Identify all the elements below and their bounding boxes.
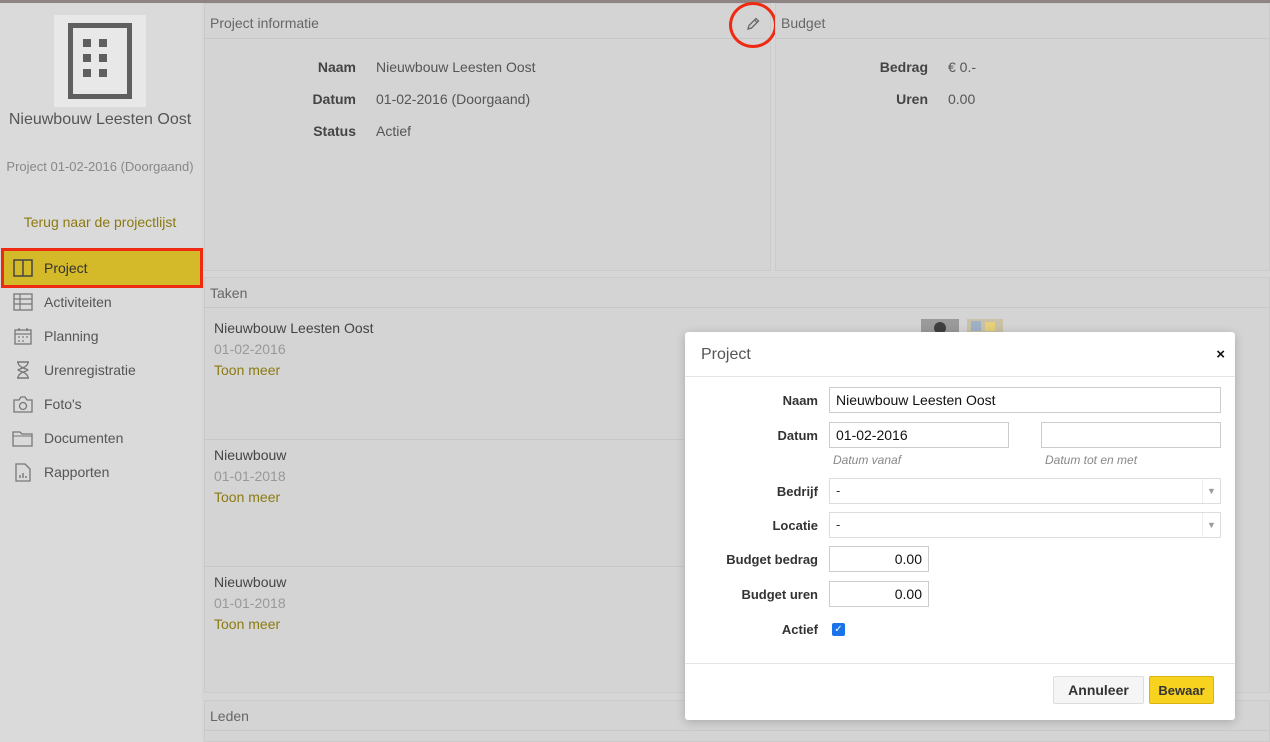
- bedrijf-label: Bedrijf: [776, 484, 818, 499]
- sidebar-item-planning[interactable]: Planning: [4, 319, 200, 353]
- bedrijf-select-value: -: [836, 483, 841, 498]
- budget-value-bedrag: € 0.-: [948, 59, 977, 75]
- info-value-status: Actief: [376, 123, 412, 139]
- actief-label: Actief: [781, 622, 818, 637]
- project-info-title: Project informatie: [210, 15, 319, 31]
- task-date: 01-01-2018: [214, 595, 286, 611]
- sidebar-item-urenregistratie[interactable]: Urenregistratie: [4, 353, 200, 387]
- divider: [204, 38, 771, 39]
- members-title: Leden: [210, 708, 249, 724]
- sidebar-item-label: Urenregistratie: [44, 362, 136, 378]
- avatar: [921, 319, 959, 333]
- budget-panel: [775, 3, 1270, 271]
- modal-title: Project: [701, 346, 751, 363]
- camera-icon: [12, 393, 34, 415]
- info-label-datum: Datum: [312, 91, 356, 107]
- chevron-down-icon: ▼: [1202, 479, 1220, 503]
- locatie-select-value: -: [836, 517, 841, 532]
- task-title: Nieuwbouw Leesten Oost: [214, 320, 374, 336]
- report-icon: [12, 461, 34, 483]
- bedrijf-select[interactable]: - ▼: [829, 478, 1221, 504]
- project-edit-modal: Project × Naam Datum Datum vanaf Datum t…: [685, 332, 1235, 720]
- info-value-naam: Nieuwbouw Leesten Oost: [376, 59, 536, 75]
- building-icon: [54, 15, 146, 107]
- locatie-label: Locatie: [772, 518, 818, 533]
- info-label-naam: Naam: [317, 59, 356, 75]
- info-value-datum: 01-02-2016 (Doorgaand): [376, 91, 531, 107]
- project-name: Nieuwbouw Leesten Oost: [8, 111, 192, 128]
- budget-title: Budget: [781, 15, 826, 31]
- close-icon[interactable]: ×: [1216, 346, 1225, 363]
- sidebar-item-label: Planning: [44, 328, 99, 344]
- divider: [204, 307, 1270, 308]
- sidebar-item-label: Documenten: [44, 430, 124, 446]
- datum-from-hint: Datum vanaf: [833, 453, 902, 467]
- chevron-down-icon: ▼: [1202, 513, 1220, 537]
- sidebar-item-label: Activiteiten: [44, 294, 112, 310]
- table-icon: [12, 291, 34, 313]
- actief-checkbox[interactable]: ✓: [832, 623, 845, 636]
- divider: [204, 439, 684, 440]
- avatar: [967, 319, 1003, 333]
- locatie-select[interactable]: - ▼: [829, 512, 1221, 538]
- budget-label-bedrag: Bedrag: [879, 59, 928, 75]
- back-to-projectlist-link[interactable]: Terug naar de projectlijst: [0, 214, 200, 230]
- cancel-button[interactable]: Annuleer: [1053, 676, 1144, 704]
- pencil-icon: [745, 16, 761, 35]
- task-title: Nieuwbouw: [214, 574, 287, 590]
- budget-bedrag-input[interactable]: [829, 546, 929, 572]
- naam-label: Naam: [782, 393, 818, 408]
- info-label-status: Status: [313, 123, 356, 139]
- divider: [204, 566, 684, 567]
- task-date: 01-02-2016: [214, 341, 286, 357]
- sidebar-item-rapporten[interactable]: Rapporten: [4, 455, 200, 489]
- divider: [775, 38, 1270, 39]
- sidebar-item-label: Foto's: [44, 396, 82, 412]
- divider: [685, 376, 1235, 377]
- budget-value-uren: 0.00: [948, 91, 976, 107]
- sidebar-item-fotos[interactable]: Foto's: [4, 387, 200, 421]
- budget-uren-label: Budget uren: [741, 587, 818, 602]
- budget-bedrag-label: Budget bedrag: [726, 552, 818, 567]
- task-show-more-link[interactable]: Toon meer: [214, 616, 280, 632]
- datum-to-hint: Datum tot en met: [1045, 453, 1138, 467]
- sidebar: Nieuwbouw Leesten Oost Project 01-02-201…: [0, 3, 203, 742]
- edit-project-button[interactable]: [729, 2, 777, 48]
- task-show-more-link[interactable]: Toon meer: [214, 489, 280, 505]
- sidebar-item-label: Project: [44, 260, 88, 276]
- budget-uren-input[interactable]: [829, 581, 929, 607]
- datum-to-input[interactable]: [1041, 422, 1221, 448]
- tasks-title: Taken: [210, 285, 248, 301]
- calendar-icon: [12, 325, 34, 347]
- budget-label-uren: Uren: [896, 91, 928, 107]
- folder-icon: [12, 427, 34, 449]
- sidebar-item-documenten[interactable]: Documenten: [4, 421, 200, 455]
- project-subtitle: Project 01-02-2016 (Doorgaand): [6, 159, 194, 174]
- datum-from-input[interactable]: [829, 422, 1009, 448]
- naam-input[interactable]: [829, 387, 1221, 413]
- divider: [685, 663, 1235, 664]
- sidebar-item-project[interactable]: Project: [1, 248, 203, 288]
- sidebar-item-label: Rapporten: [44, 464, 110, 480]
- task-show-more-link[interactable]: Toon meer: [214, 362, 280, 378]
- sidebar-item-activiteiten[interactable]: Activiteiten: [4, 285, 200, 319]
- task-title: Nieuwbouw: [214, 447, 287, 463]
- columns-icon: [12, 257, 34, 279]
- save-button[interactable]: Bewaar: [1149, 676, 1214, 704]
- task-date: 01-01-2018: [214, 468, 286, 484]
- hourglass-icon: [12, 359, 34, 381]
- divider: [204, 730, 1270, 731]
- datum-label: Datum: [777, 428, 818, 443]
